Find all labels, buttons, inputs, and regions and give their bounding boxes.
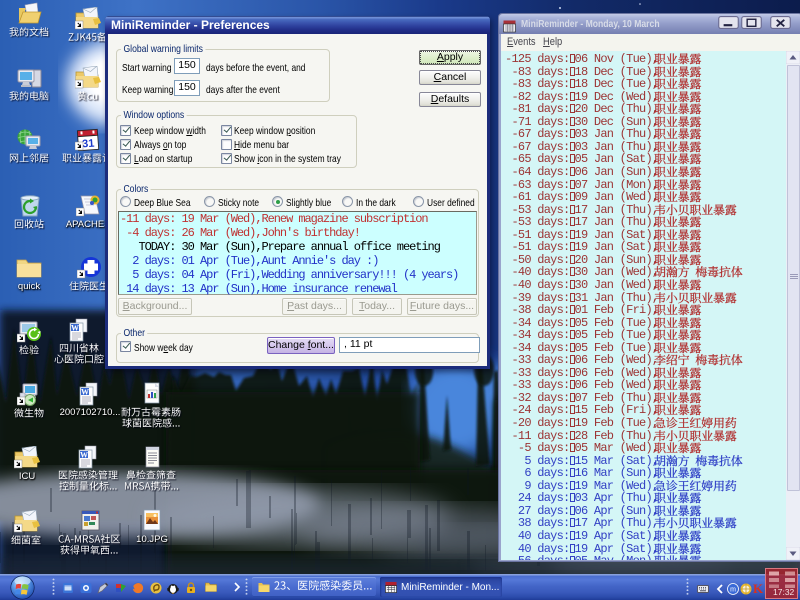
svg-text:31: 31 [82, 138, 95, 151]
svg-text:m: m [730, 587, 736, 594]
svg-text:W: W [80, 451, 88, 460]
svg-text:W: W [81, 388, 89, 397]
svg-text:W: W [71, 324, 79, 333]
